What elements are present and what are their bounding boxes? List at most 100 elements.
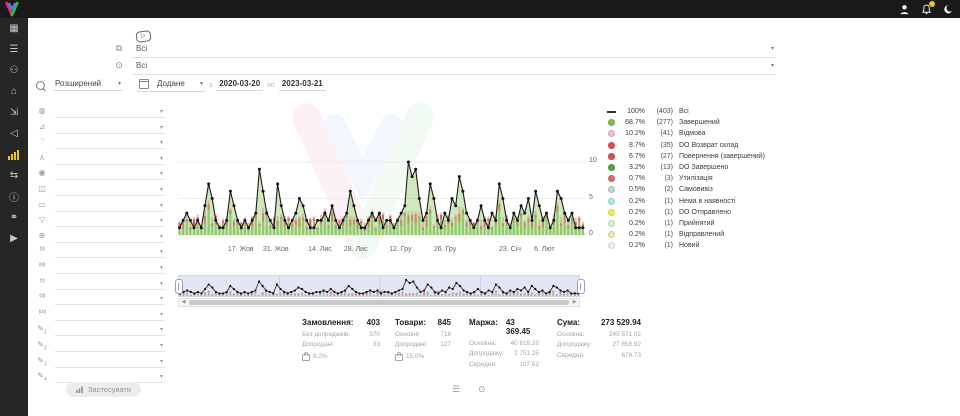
search-mode-select[interactable]: Розширений▾ [53,79,123,91]
status-flow-icon: ⧉ [112,43,126,54]
chevron-down-icon[interactable]: ▾ [160,264,163,271]
legend-item[interactable]: 0.5%(2)Самовивіз [608,184,786,195]
chevron-down-icon[interactable]: ▾ [160,233,163,240]
status-filter-input[interactable] [132,42,776,58]
legend-item[interactable]: 3.2%(13)DO Завершено [608,162,786,173]
token-t-filter-input[interactable] [55,277,165,290]
chevron-down-icon[interactable]: ▾ [160,342,163,349]
chevron-down-icon[interactable]: ▾ [160,358,163,365]
date-from-input[interactable]: 2020-03-20 [216,79,263,91]
chevron-down-icon[interactable]: ▾ [771,62,774,69]
payment-filter-icon: ▭ [35,200,49,209]
stat-sub-value: 40 618.20 [511,340,539,347]
orders-timeline-chart [178,102,585,242]
web-filter-input[interactable] [55,230,165,243]
chevron-down-icon[interactable]: ▾ [160,373,163,380]
user-icon[interactable] [898,3,910,15]
chevron-down-icon: ▾ [118,80,121,87]
stat-sub-value: 33 [373,341,380,348]
status-filter-value[interactable]: Всі [136,44,147,53]
calendar-icon [139,79,149,89]
legend-item[interactable]: 100%(403)Всі [608,106,786,117]
product-filter-input[interactable] [132,59,776,75]
report-products-icon[interactable]: ⊙ [478,384,486,395]
navigator-left-handle[interactable] [175,279,183,294]
sidebar-item-customers[interactable]: ⚇ [0,60,28,81]
stat-sub-label: Допродані: [302,341,334,348]
structure-filter-input[interactable] [55,152,165,165]
stat-title: Товари: [395,318,426,327]
legend-item[interactable]: 8.7%(35)DO Возврат склад [608,140,786,151]
scroll-left-arrow[interactable]: ◀ [179,299,188,306]
token-m-filter-input[interactable] [55,261,165,274]
sidebar-item-marketing[interactable]: ◁ [0,123,28,144]
level-filter-input[interactable] [55,121,165,134]
chevron-down-icon[interactable]: ▾ [160,326,163,333]
funnel-filter-input[interactable] [55,214,165,227]
sidebar-item-info[interactable]: ⓘ [0,186,28,207]
legend-percent: 6.7% [615,153,645,160]
legend-swatch [608,153,615,160]
navigator-right-handle[interactable] [577,279,585,294]
sidebar-item-shipping[interactable]: ⇲ [0,102,28,123]
chevron-down-icon[interactable]: ▾ [160,248,163,255]
custom-field-2-filter-input[interactable] [55,339,165,352]
legend-item[interactable]: 0.2%(1)Відправлений [608,229,786,240]
legend-swatch [608,142,615,149]
token-s-filter-input[interactable] [55,245,165,258]
custom-field-3-filter-row: ✎3▾ [35,355,165,370]
app-logo[interactable] [4,1,20,17]
sidebar-item-analytics[interactable] [0,144,28,165]
chevron-down-icon[interactable]: ▾ [160,170,163,177]
custom-field-3-filter-input[interactable] [55,355,165,368]
legend-swatch [608,220,615,227]
legend-item[interactable]: 0.7%(3)Утилізація [608,173,786,184]
report-list-icon[interactable]: ☰ [452,384,460,395]
scroll-right-arrow[interactable]: ▶ [570,299,579,306]
chevron-down-icon[interactable]: ▾ [160,202,163,209]
date-field-select[interactable]: Додане ▾ [137,79,205,92]
sidebar-item-tutorials[interactable]: ▶ [0,228,28,249]
notifications-bell-icon[interactable] [920,3,932,15]
chevron-down-icon[interactable]: ▾ [160,155,163,162]
sidebar-item-store[interactable]: ⌂ [0,81,28,102]
chevron-down-icon[interactable]: ▾ [160,124,163,131]
chevron-down-icon[interactable]: ▾ [160,217,163,224]
date-to-input[interactable]: 2023-03-21 [279,79,326,91]
user-filter-input[interactable] [55,167,165,180]
sidebar-item-partners[interactable]: ⚭ [0,207,28,228]
token-c1-filter-input[interactable] [55,292,165,305]
payment-filter-input[interactable] [55,199,165,212]
chevron-down-icon[interactable]: ▾ [160,295,163,302]
legend-item[interactable]: 10.2%(41)Відмова [608,128,786,139]
legend-item[interactable]: 6.7%(27)Повернення (завершений) [608,151,786,162]
stat-sub-label: Основні: [395,331,420,338]
legend-item[interactable]: 0.2%(1)Нема в наявності [608,196,786,207]
country-filter-input[interactable] [55,105,165,118]
help-filter-input[interactable] [55,136,165,149]
legend-item[interactable]: 68.7%(277)Завершений [608,117,786,128]
chevron-down-icon[interactable]: ▾ [160,280,163,287]
chart-range-navigator[interactable] [178,275,580,297]
chevron-down-icon[interactable]: ▾ [160,139,163,146]
scrollbar-thumb[interactable]: ∷ [189,300,569,305]
x-axis-label: 31. Жов [263,246,289,253]
legend-item[interactable]: 0.2%(1)Новий [608,240,786,251]
sidebar-item-settings[interactable]: ⇆ [0,165,28,186]
chevron-down-icon[interactable]: ▾ [771,45,774,52]
chevron-down-icon[interactable]: ▾ [160,186,163,193]
product-filter-input[interactable] [55,183,165,196]
chevron-down-icon[interactable]: ▾ [160,108,163,115]
custom-field-2-filter-row: ✎2▾ [35,339,165,354]
sidebar-item-dashboard[interactable]: ▦ [0,18,28,39]
legend-item[interactable]: 0.2%(1)Прийнятий [608,218,786,229]
legend-item[interactable]: 0.2%(1)DO Отправлено [608,207,786,218]
product-filter-value[interactable]: Всі [136,61,147,70]
theme-moon-icon[interactable] [942,3,954,15]
apply-button[interactable]: Застосувати [66,382,141,397]
funnel-filter-icon: ▽ [35,215,49,224]
custom-field-1-filter-input[interactable] [55,323,165,336]
chevron-down-icon[interactable]: ▾ [160,311,163,318]
sidebar-item-orders[interactable]: ☰ [0,39,28,60]
token-c2-filter-input[interactable] [55,308,165,321]
